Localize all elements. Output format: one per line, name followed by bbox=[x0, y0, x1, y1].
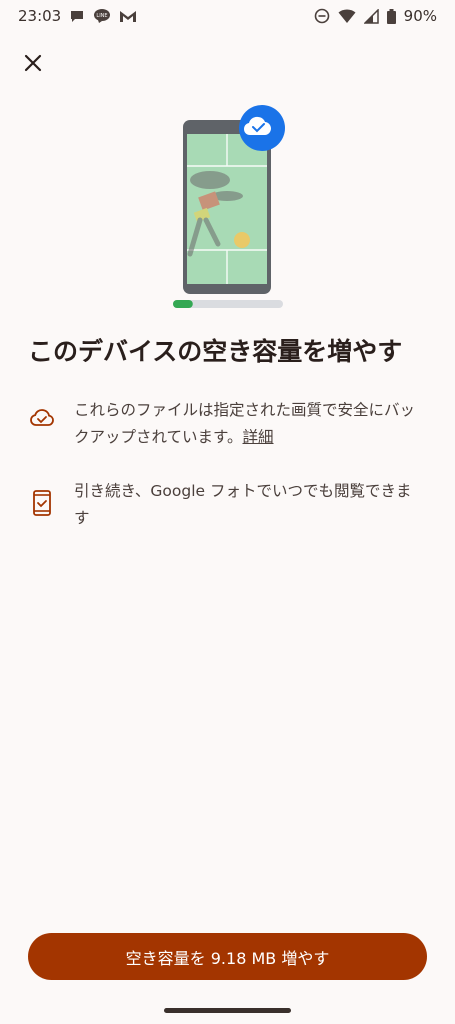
details-link[interactable]: 詳細 bbox=[243, 428, 274, 446]
gmail-icon bbox=[119, 9, 137, 23]
backup-illustration bbox=[170, 104, 290, 314]
chat-bubble-icon bbox=[69, 8, 85, 24]
wifi-icon bbox=[338, 9, 356, 24]
info-item-backup: これらのファイルは指定された画質で安全にバックアップされています。詳細 bbox=[28, 397, 428, 451]
battery-percent: 90% bbox=[403, 7, 437, 25]
info-icon-wrap bbox=[28, 397, 56, 451]
svg-text:LINE: LINE bbox=[97, 13, 108, 19]
close-icon bbox=[24, 54, 42, 72]
page-title: このデバイスの空き容量を増やす bbox=[28, 337, 403, 366]
phone-check-icon bbox=[33, 490, 51, 516]
free-up-space-screen: 23:03 LINE 90% このデバイスの空き容量を増やす これらのファイルは… bbox=[0, 0, 455, 1024]
cloud-check-icon bbox=[30, 409, 54, 426]
progress-fill bbox=[173, 300, 193, 308]
home-indicator[interactable] bbox=[164, 1008, 291, 1013]
status-time: 23:03 bbox=[18, 7, 62, 25]
view-description: 引き続き、Google フォトでいつでも閲覧できます bbox=[74, 482, 412, 527]
signal-icon bbox=[363, 8, 379, 24]
battery-icon bbox=[386, 8, 396, 24]
free-up-space-button[interactable]: 空き容量を 9.18 MB 増やす bbox=[28, 933, 427, 980]
status-right: 90% bbox=[314, 7, 437, 25]
status-bar: 23:03 LINE 90% bbox=[0, 0, 455, 32]
info-item-view: 引き続き、Google フォトでいつでも閲覧できます bbox=[28, 478, 428, 532]
line-app-icon: LINE bbox=[93, 8, 111, 24]
info-text-view: 引き続き、Google フォトでいつでも閲覧できます bbox=[74, 478, 424, 532]
info-icon-wrap bbox=[28, 478, 56, 532]
info-text-backup: これらのファイルは指定された画質で安全にバックアップされています。詳細 bbox=[74, 397, 424, 451]
status-left: 23:03 LINE bbox=[18, 7, 137, 25]
close-button[interactable] bbox=[16, 46, 50, 80]
dnd-icon bbox=[314, 8, 330, 24]
